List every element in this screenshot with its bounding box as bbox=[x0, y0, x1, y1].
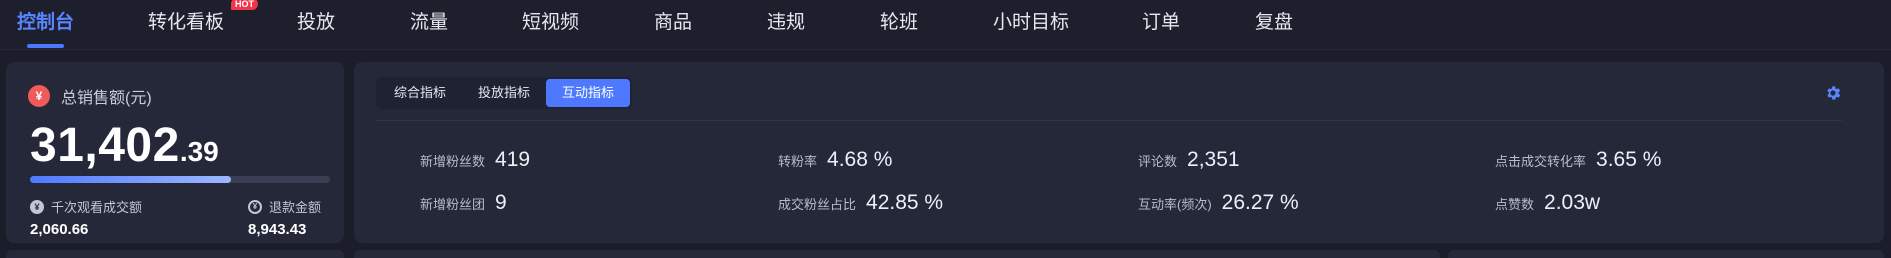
nav-item-traffic[interactable]: 流量 bbox=[410, 0, 448, 50]
nav-item-label: 小时目标 bbox=[993, 12, 1070, 33]
nav-item-short-video[interactable]: 短视频 bbox=[522, 0, 579, 50]
sales-progress-fill bbox=[30, 176, 231, 183]
refund-value: 8,943.43 bbox=[248, 221, 307, 238]
metric-likes: 点赞数 2.03w bbox=[1495, 191, 1600, 215]
next-card-edge bbox=[1448, 250, 1884, 258]
nav-item-conversion-board[interactable]: 转化看板 HOT bbox=[148, 0, 259, 50]
metric-label: 评论数 bbox=[1138, 154, 1178, 169]
nav-item-violations[interactable]: 违规 bbox=[767, 0, 805, 50]
refund-stat: ¥ 退款金额 8,943.43 bbox=[248, 197, 321, 238]
metric-value: 2,351 bbox=[1187, 148, 1240, 171]
nav-item-label: 控制台 bbox=[17, 12, 75, 33]
nav-item-label: 轮班 bbox=[880, 12, 919, 33]
nav-item-label: 转化看板 bbox=[148, 12, 225, 33]
metric-new-followers: 新增粉丝数 419 bbox=[420, 148, 530, 172]
tab-ads-metrics[interactable]: 投放指标 bbox=[462, 79, 546, 107]
nav-item-products[interactable]: 商品 bbox=[654, 0, 692, 50]
metric-new-fan-club: 新增粉丝团 9 bbox=[420, 191, 507, 215]
metric-value: 3.65 % bbox=[1596, 148, 1662, 171]
refund-icon: ¥ bbox=[248, 199, 262, 214]
metric-tabs: 综合指标 投放指标 互动指标 bbox=[376, 77, 633, 109]
gpm-label: 千次观看成交额 bbox=[51, 200, 143, 215]
metric-interaction-rate: 互动率(频次) 26.27 % bbox=[1138, 191, 1299, 215]
metric-label: 新增粉丝团 bbox=[420, 197, 486, 212]
top-nav: 控制台 转化看板 HOT 投放 流量 短视频 商品 违规 轮班 小时目标 订单 … bbox=[0, 0, 1891, 50]
nav-item-label: 短视频 bbox=[522, 12, 580, 33]
metric-label: 新增粉丝数 bbox=[420, 154, 486, 169]
metric-comments: 评论数 2,351 bbox=[1138, 148, 1240, 172]
hot-badge: HOT bbox=[231, 0, 259, 10]
currency-icon: ¥ bbox=[30, 199, 44, 214]
nav-item-label: 投放 bbox=[297, 12, 336, 33]
metric-value: 2.03w bbox=[1544, 191, 1601, 214]
metric-value: 4.68 % bbox=[827, 148, 893, 171]
sales-title-row: ¥ 总销售额(元) bbox=[28, 84, 152, 108]
metric-value: 26.27 % bbox=[1221, 191, 1299, 214]
total-sales-card: ¥ 总销售额(元) 31,402.39 ¥ 千次观看成交额 2,060.66 ¥… bbox=[6, 62, 344, 243]
nav-item-label: 违规 bbox=[767, 12, 806, 33]
metric-fan-deal-ratio: 成交粉丝占比 42.85 % bbox=[778, 191, 943, 215]
nav-item-label: 订单 bbox=[1142, 12, 1181, 33]
nav-item-shifts[interactable]: 轮班 bbox=[880, 0, 918, 50]
nav-item-label: 复盘 bbox=[1255, 12, 1294, 33]
sales-title: 总销售额(元) bbox=[61, 90, 152, 107]
metric-label: 转粉率 bbox=[778, 154, 818, 169]
metric-label: 点击成交转化率 bbox=[1495, 154, 1587, 169]
metric-label: 点赞数 bbox=[1495, 197, 1535, 212]
metric-label: 成交粉丝占比 bbox=[778, 197, 857, 212]
metric-label: 互动率(频次) bbox=[1138, 197, 1212, 212]
divider bbox=[376, 120, 1842, 121]
metric-follow-rate: 转粉率 4.68 % bbox=[778, 148, 892, 172]
gpm-value: 2,060.66 bbox=[30, 221, 89, 238]
sales-amount-integer: 31,402 bbox=[30, 119, 180, 172]
nav-item-label: 商品 bbox=[654, 12, 693, 33]
next-card-edge bbox=[354, 250, 1440, 258]
sales-amount-decimal: .39 bbox=[179, 136, 219, 167]
sales-progress-bar bbox=[30, 176, 330, 183]
metrics-card: 综合指标 投放指标 互动指标 新增粉丝数 419 转粉率 4.68 % 评论数 … bbox=[354, 62, 1884, 243]
tab-overall-metrics[interactable]: 综合指标 bbox=[378, 79, 462, 107]
metric-click-conversion: 点击成交转化率 3.65 % bbox=[1495, 148, 1661, 172]
metric-value: 42.85 % bbox=[866, 191, 944, 214]
active-tab-indicator bbox=[27, 44, 65, 48]
nav-item-ads[interactable]: 投放 bbox=[297, 0, 335, 50]
currency-icon: ¥ bbox=[28, 85, 50, 107]
metric-value: 419 bbox=[495, 148, 531, 171]
refund-label: 退款金额 bbox=[269, 200, 322, 215]
gpm-stat: ¥ 千次观看成交额 2,060.66 bbox=[30, 197, 142, 238]
sales-amount: 31,402.39 bbox=[30, 118, 219, 173]
metric-value: 9 bbox=[495, 191, 507, 214]
nav-item-label: 流量 bbox=[410, 12, 449, 33]
tab-interaction-metrics[interactable]: 互动指标 bbox=[546, 79, 631, 107]
nav-item-hourly-goal[interactable]: 小时目标 bbox=[993, 0, 1069, 50]
nav-item-orders[interactable]: 订单 bbox=[1142, 0, 1180, 50]
nav-item-review[interactable]: 复盘 bbox=[1255, 0, 1293, 50]
nav-item-console[interactable]: 控制台 bbox=[17, 0, 74, 50]
next-card-edge bbox=[6, 250, 344, 258]
gear-icon[interactable] bbox=[1824, 84, 1842, 102]
